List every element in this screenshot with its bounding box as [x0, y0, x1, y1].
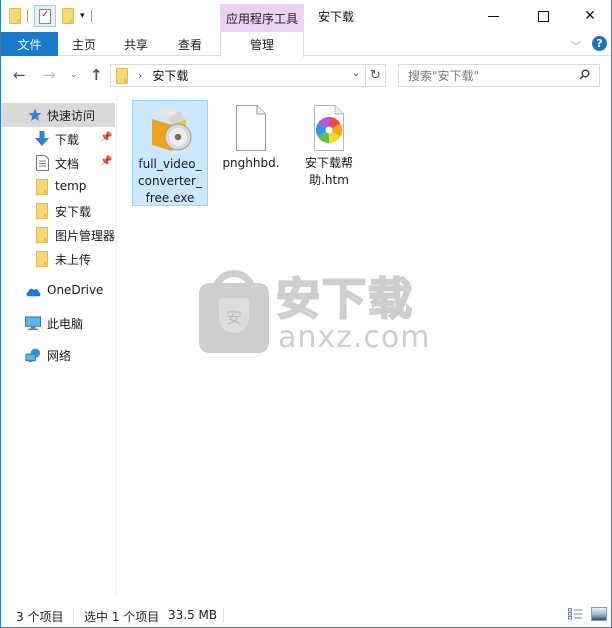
sidebar-item-image-manager[interactable]: 图片管理器 — [1, 223, 115, 247]
status-separator — [73, 608, 74, 622]
document-icon — [34, 155, 50, 171]
blank-file-icon — [227, 104, 275, 152]
folder-icon — [34, 227, 50, 243]
toolbar-separator — [90, 10, 92, 22]
navigation-bar: ← → ⌄ ↑ › 安下载 ⌄ ↻ — [1, 57, 611, 95]
sidebar-item-label: 安下载 — [55, 205, 92, 219]
help-icon[interactable]: ? — [592, 36, 607, 51]
watermark-cn-text: 安下载 — [275, 274, 414, 325]
sidebar-item-downloads[interactable]: 下载 📌 — [1, 127, 115, 151]
status-separator — [223, 608, 224, 622]
html-document-icon — [305, 104, 353, 152]
pin-icon[interactable]: 📌 — [100, 156, 112, 167]
watermark-en-text: anxz.com — [278, 320, 431, 355]
application-tools-context-label: 应用程序工具 — [220, 4, 304, 32]
file-name: pnghhbd. — [222, 156, 280, 170]
minimize-icon — [487, 15, 499, 17]
folder-icon — [9, 8, 21, 24]
close-icon: ✕ — [584, 8, 596, 24]
tab-file[interactable]: 文件 — [1, 32, 58, 56]
title-bar: ▾ 应用程序工具 安下载 ✕ — [1, 0, 611, 32]
download-arrow-icon — [34, 131, 50, 147]
sidebar-item-label: 文档 — [55, 157, 80, 171]
tab-share[interactable]: 共享 — [113, 32, 159, 56]
sidebar-item-this-pc[interactable]: 此电脑 — [1, 311, 115, 335]
new-folder-button[interactable] — [62, 8, 74, 24]
sidebar-item-label: 网络 — [47, 349, 72, 363]
expand-ribbon-chevron-icon[interactable]: ﹀ — [571, 38, 581, 53]
refresh-button[interactable]: ↻ — [366, 64, 386, 87]
watermark-shield-icon: 安 — [219, 298, 249, 333]
sidebar-item-onedrive[interactable]: OneDrive — [1, 279, 115, 303]
tab-manage[interactable]: 管理 — [220, 32, 304, 57]
pin-icon[interactable]: 📌 — [100, 132, 112, 143]
breadcrumb-current-folder[interactable]: 安下载 — [152, 67, 188, 84]
toolbar-separator — [27, 10, 28, 22]
breadcrumb-separator-chevron-icon[interactable]: › — [138, 69, 142, 82]
search-input[interactable] — [408, 68, 568, 83]
anxz-watermark: 安 安下载 anxz.com — [199, 270, 430, 355]
sidebar-item-temp[interactable]: temp — [1, 175, 115, 199]
file-item-pnghhbd[interactable]: pnghhbd. — [213, 100, 289, 172]
sidebar-item-anxiazai[interactable]: 安下载 — [1, 199, 115, 223]
window-title: 安下载 — [318, 10, 355, 24]
selected-size: 33.5 MB — [168, 608, 218, 622]
properties-button[interactable] — [34, 5, 56, 27]
maximize-icon — [537, 10, 549, 22]
large-icons-view-icon[interactable] — [591, 607, 607, 621]
sidebar-item-label: temp — [55, 179, 87, 193]
close-button[interactable]: ✕ — [567, 0, 612, 32]
search-icon[interactable] — [579, 69, 590, 80]
maximize-button[interactable] — [520, 0, 566, 32]
sidebar-item-label: 下载 — [55, 133, 80, 147]
item-count: 3 个项目 — [16, 610, 64, 624]
address-bar[interactable]: › 安下载 ⌄ — [110, 64, 366, 87]
folder-icon — [34, 179, 50, 195]
quick-access-toolbar: ▾ — [9, 5, 92, 27]
back-button[interactable]: ← — [13, 66, 26, 84]
file-item-help-htm[interactable]: 安下载帮 助.htm — [291, 100, 367, 189]
properties-icon — [39, 8, 51, 24]
sidebar-item-network[interactable]: 网络 — [1, 343, 115, 367]
file-name: 安下载帮 助.htm — [304, 156, 353, 187]
up-button[interactable]: ↑ — [90, 66, 103, 84]
star-icon — [27, 107, 43, 123]
sidebar-item-label: OneDrive — [47, 283, 104, 297]
sidebar-item-label: 图片管理器 — [55, 229, 116, 243]
recent-locations-dropdown[interactable]: ⌄ — [70, 70, 78, 80]
sidebar-item-quick-access[interactable]: 快速访问 — [1, 103, 115, 127]
tab-view[interactable]: 查看 — [167, 32, 213, 56]
tab-home[interactable]: 主页 — [61, 32, 107, 56]
file-item-full-video-converter[interactable]: full_video_ converter_ free.exe — [132, 100, 208, 206]
selected-count: 选中 1 个项目 — [84, 610, 160, 624]
onedrive-cloud-icon — [25, 283, 41, 299]
sidebar-item-label: 未上传 — [55, 253, 92, 267]
sidebar-item-label: 快速访问 — [47, 109, 96, 123]
sidebar-item-label: 此电脑 — [47, 317, 84, 331]
folder-icon — [116, 67, 128, 84]
minimize-button[interactable] — [470, 0, 516, 32]
address-dropdown-chevron-icon[interactable]: ⌄ — [352, 68, 360, 79]
forward-button[interactable]: → — [43, 66, 56, 84]
computer-icon — [25, 315, 41, 331]
folder-icon — [34, 251, 50, 267]
sidebar-item-documents[interactable]: 文档 📌 — [1, 151, 115, 175]
navigation-pane: 快速访问 下载 📌 文档 📌 temp 安下载 图片管理器 未上传 OneDri… — [1, 96, 117, 596]
ribbon-tabs: 文件 主页 共享 查看 管理 ﹀ ? — [1, 32, 611, 57]
network-icon — [25, 347, 41, 363]
details-view-icon[interactable] — [568, 608, 582, 620]
installer-package-icon — [146, 105, 194, 153]
sidebar-item-not-uploaded[interactable]: 未上传 — [1, 247, 115, 271]
status-bar: 3 个项目 选中 1 个项目 33.5 MB — [1, 604, 611, 626]
search-box[interactable] — [398, 64, 600, 87]
file-name: full_video_ converter_ free.exe — [138, 157, 202, 205]
folder-icon — [34, 203, 50, 219]
explorer-window: ▾ 应用程序工具 安下载 ✕ 文件 主页 共享 查看 管理 ﹀ ? ← → ⌄ … — [0, 0, 612, 628]
customize-toolbar-dropdown-icon[interactable]: ▾ — [80, 11, 85, 21]
